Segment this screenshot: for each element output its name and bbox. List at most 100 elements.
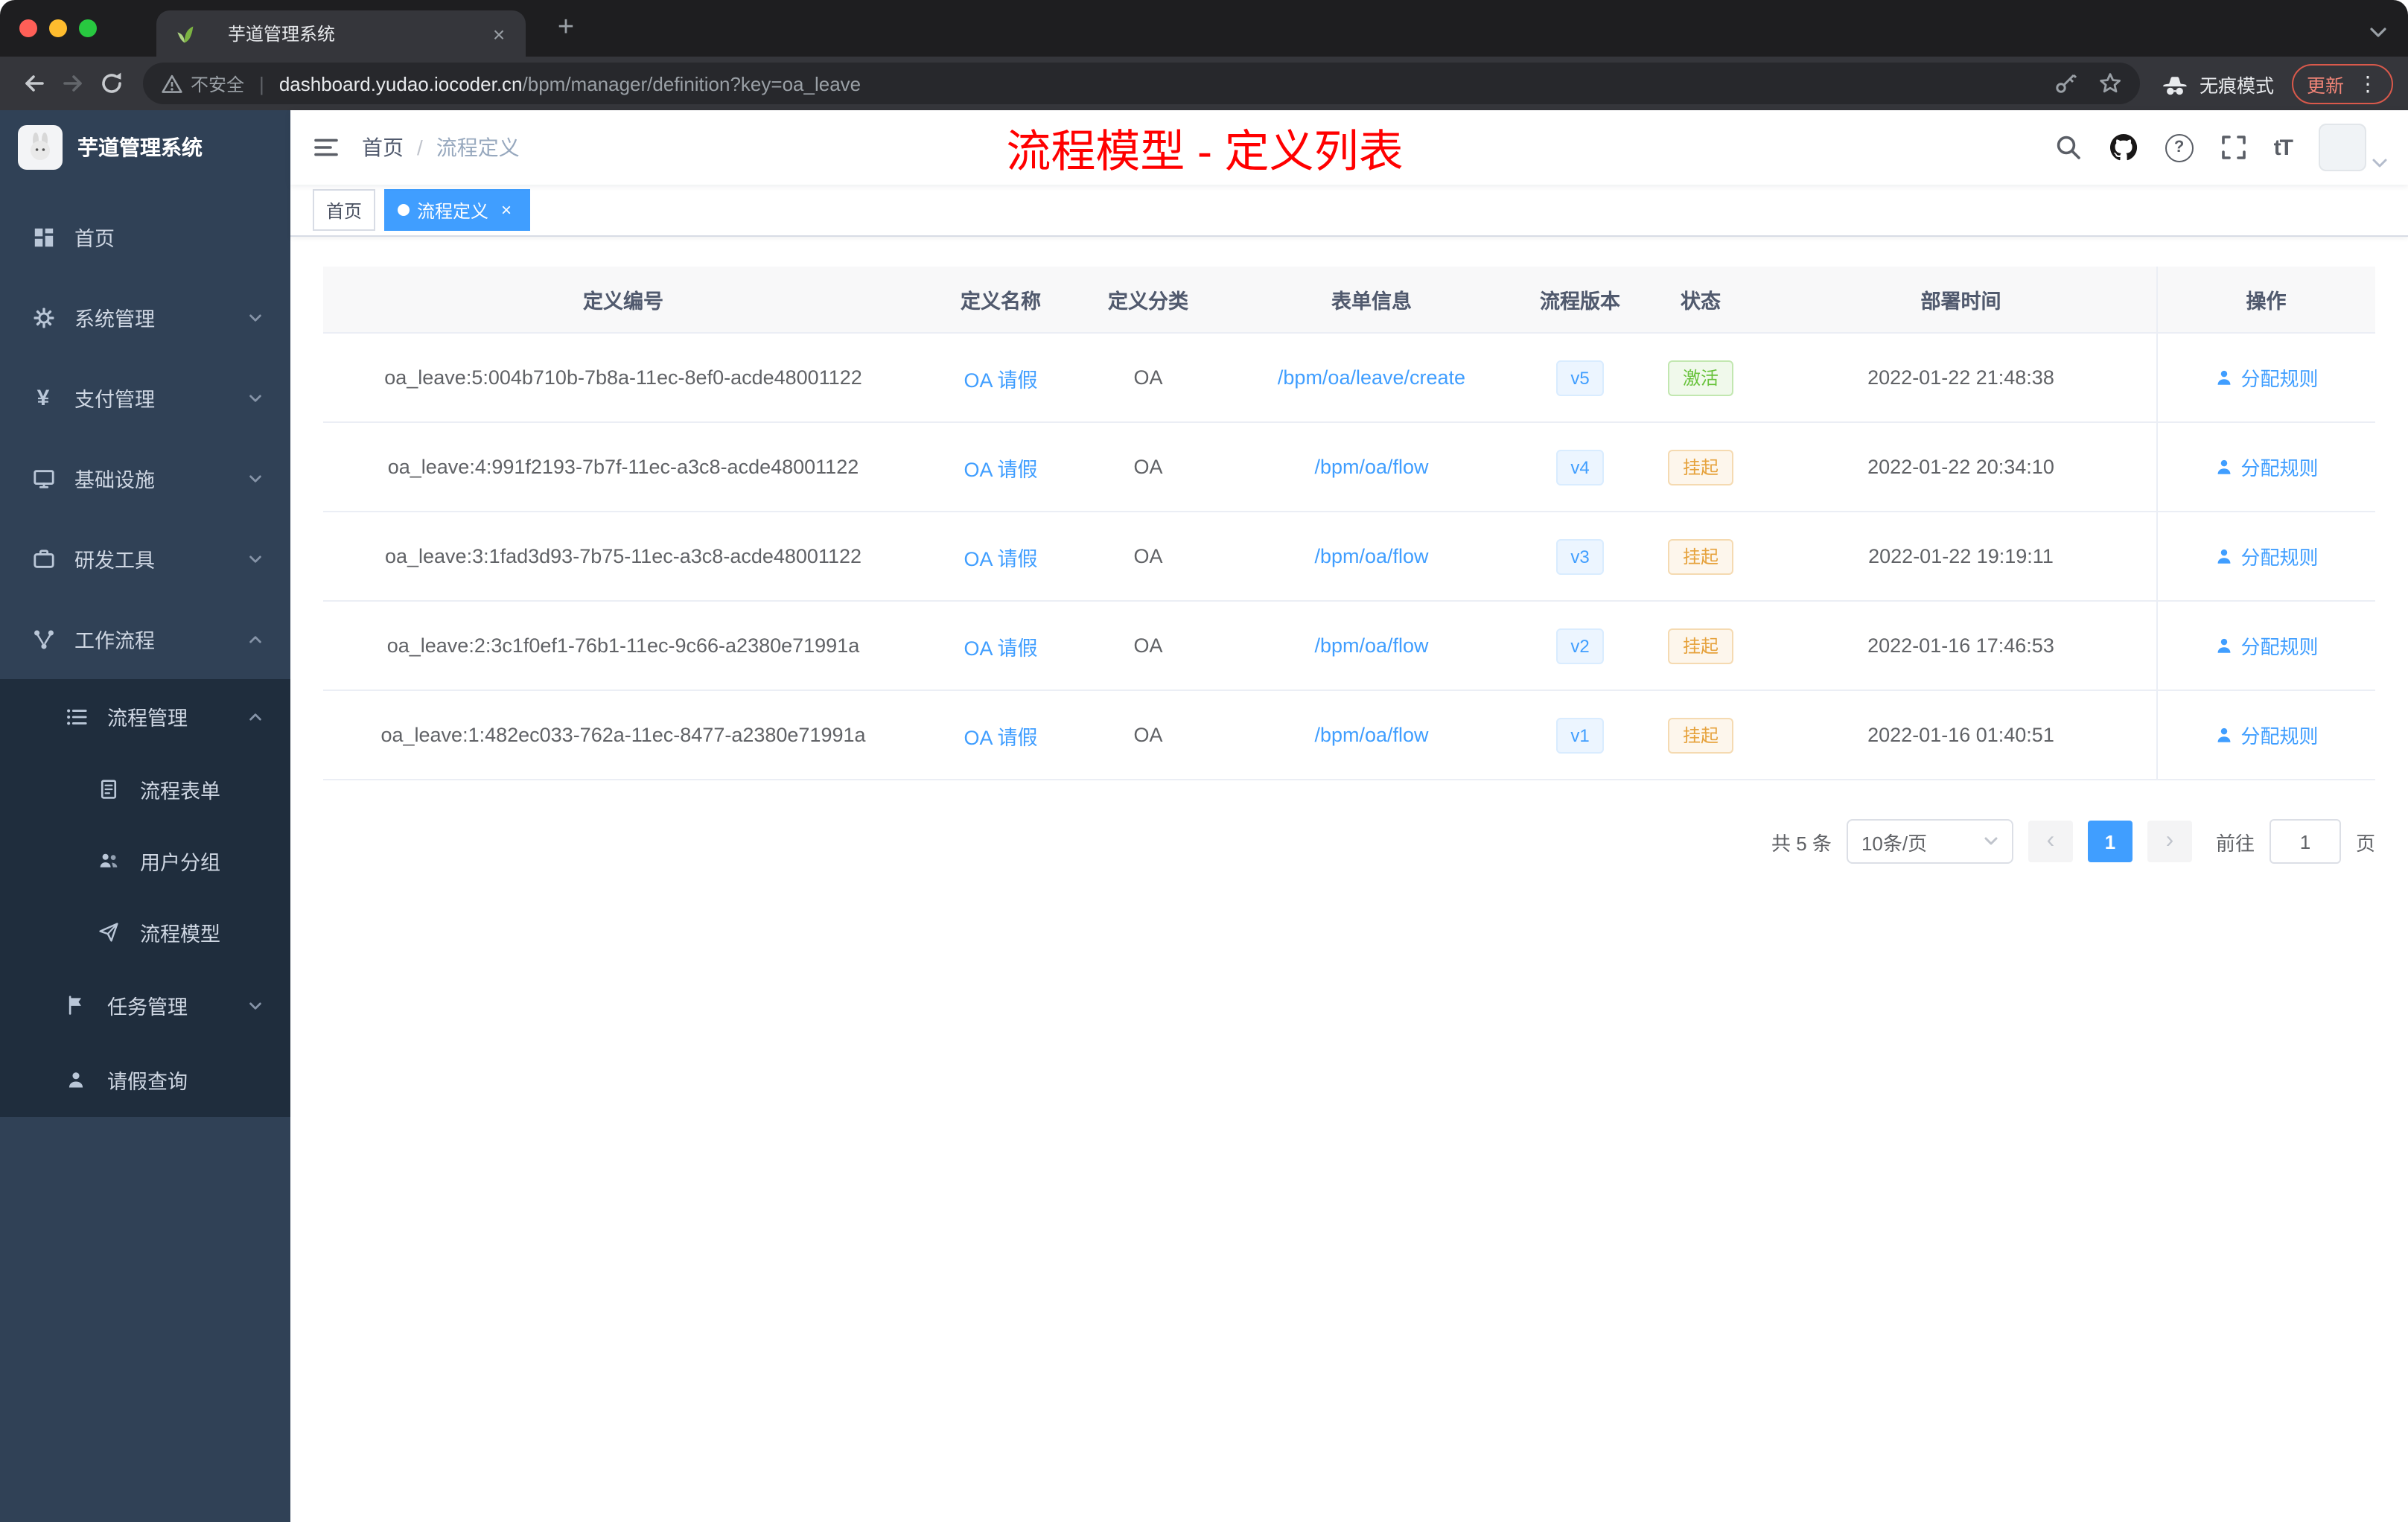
definition-table: 定义编号 定义名称 定义分类 表单信息 流程版本 状态 部署时间 操作 oa_l [323, 267, 2375, 780]
form-link[interactable]: /bpm/oa/flow [1314, 634, 1428, 657]
goto-page-input[interactable] [2269, 819, 2341, 864]
search-icon[interactable] [2055, 134, 2082, 161]
browser-tab[interactable]: 芋道管理系统 × [156, 10, 526, 57]
bookmark-star-icon[interactable] [2098, 71, 2122, 95]
definition-name-link[interactable]: OA 请假 [963, 547, 1037, 570]
breadcrumb: 首页 / 流程定义 [362, 133, 520, 162]
assign-rule-button[interactable]: 分配规则 [2214, 453, 2319, 481]
cell-deploy-time: 2022-01-22 21:48:38 [1766, 333, 2156, 423]
assign-rule-button[interactable]: 分配规则 [2214, 363, 2319, 392]
macos-zoom-button[interactable] [79, 19, 97, 37]
definition-name-link[interactable]: OA 请假 [963, 369, 1037, 391]
chevron-down-icon [247, 309, 264, 325]
fullscreen-icon[interactable] [2220, 134, 2247, 161]
list-bullets-icon [63, 705, 89, 727]
chevron-down-icon [247, 470, 264, 486]
font-size-icon[interactable]: tT [2274, 135, 2293, 160]
prev-page-button[interactable]: ‹ [2028, 821, 2073, 862]
reload-icon[interactable] [92, 64, 131, 103]
sidebar-item-process-model[interactable]: 流程模型 [0, 897, 290, 968]
breadcrumb-home[interactable]: 首页 [362, 133, 404, 162]
cell-deploy-time: 2022-01-16 17:46:53 [1766, 601, 2156, 691]
avatar [2319, 124, 2366, 171]
tag-home[interactable]: 首页 [313, 189, 376, 231]
macos-close-button[interactable] [19, 19, 37, 37]
tab-search-chevron-icon[interactable] [2369, 19, 2387, 46]
github-icon[interactable] [2109, 133, 2138, 162]
sidebar-item-label: 流程模型 [140, 923, 220, 946]
sidebar-item-system[interactable]: 系统管理 [0, 277, 290, 357]
cell-category: OA [1078, 333, 1218, 423]
new-tab-button[interactable]: + [547, 9, 585, 48]
table-header-row: 定义编号 定义名称 定义分类 表单信息 流程版本 状态 部署时间 操作 [323, 267, 2375, 334]
assign-rule-button[interactable]: 分配规则 [2214, 631, 2319, 660]
tab-close-icon[interactable]: × [487, 22, 511, 45]
content-area: 定义编号 定义名称 定义分类 表单信息 流程版本 状态 部署时间 操作 oa_l [290, 237, 2408, 1522]
user-icon [63, 1069, 89, 1090]
sidebar-item-label: 工作流程 [74, 630, 155, 652]
app-navbar: 首页 / 流程定义 流程模型 - 定义列表 ? tT [290, 110, 2408, 185]
sidebar-item-home[interactable]: 首页 [0, 197, 290, 277]
screen: 芋道管理系统 × + 不安全 | dashboard.yudao.iocoder… [0, 0, 2408, 1522]
user-icon [2217, 638, 2230, 653]
sidebar-item-label: 研发工具 [74, 550, 155, 572]
update-button[interactable]: 更新 ⋮ [2291, 63, 2393, 104]
assign-rule-button[interactable]: 分配规则 [2214, 721, 2319, 749]
status-badge: 激活 [1667, 360, 1733, 395]
sidebar-item-infrastructure[interactable]: 基础设施 [0, 438, 290, 518]
sidebar-item-process-form[interactable]: 流程表单 [0, 754, 290, 825]
form-link[interactable]: /bpm/oa/leave/create [1278, 366, 1465, 389]
page-number-button[interactable]: 1 [2087, 821, 2133, 862]
sidebar-item-payment[interactable]: ¥ 支付管理 [0, 357, 290, 438]
next-page-button[interactable]: › [2147, 821, 2192, 862]
definition-name-link[interactable]: OA 请假 [963, 637, 1037, 659]
caret-down-icon [2372, 158, 2387, 171]
tags-view: 首页 流程定义 × [290, 185, 2408, 237]
sidebar-item-label: 请假查询 [107, 1071, 188, 1093]
security-chip[interactable]: 不安全 [161, 71, 244, 96]
help-icon[interactable]: ? [2165, 133, 2194, 162]
address-bar[interactable]: 不安全 | dashboard.yudao.iocoder.cn/bpm/man… [143, 63, 2140, 104]
sidebar-item-label: 用户分组 [140, 852, 220, 874]
forward-icon[interactable] [54, 64, 92, 103]
tag-process-definition[interactable]: 流程定义 × [384, 189, 531, 231]
cell-category: OA [1078, 690, 1218, 780]
sidebar-item-leave-query[interactable]: 请假查询 [0, 1042, 290, 1117]
paper-plane-icon [95, 922, 122, 943]
sidebar-item-user-group[interactable]: 用户分组 [0, 825, 290, 897]
sidebar-item-label: 任务管理 [107, 996, 188, 1019]
definition-name-link[interactable]: OA 请假 [963, 458, 1037, 480]
version-badge: v1 [1555, 717, 1605, 753]
sidebar-item-label: 流程表单 [140, 780, 220, 803]
sidebar-logo[interactable]: 芋道管理系统 [0, 110, 290, 185]
version-badge: v5 [1555, 360, 1605, 395]
definition-name-link[interactable]: OA 请假 [963, 726, 1037, 748]
sidebar-item-process-management[interactable]: 流程管理 [0, 679, 290, 754]
tag-close-icon[interactable]: × [496, 200, 517, 220]
back-icon[interactable] [15, 64, 54, 103]
hamburger-icon[interactable] [290, 134, 362, 161]
macos-minimize-button[interactable] [49, 19, 67, 37]
page-size-value: 10条/页 [1861, 832, 1928, 854]
form-link[interactable]: /bpm/oa/flow [1314, 724, 1428, 746]
cell-category: OA [1078, 601, 1218, 691]
sidebar-item-workflow[interactable]: 工作流程 [0, 599, 290, 679]
tab-title: 芋道管理系统 [228, 24, 336, 45]
user-icon [2217, 549, 2230, 564]
pagination: 共 5 条 10条/页 ‹ 1 › 前往 页 [323, 819, 2375, 864]
user-menu[interactable] [2319, 124, 2387, 171]
sidebar-item-label: 流程管理 [107, 707, 188, 730]
briefcase-icon [30, 547, 57, 570]
cell-id: oa_leave:2:3c1f0ef1-76b1-11ec-9c66-a2380… [323, 601, 923, 691]
form-link[interactable]: /bpm/oa/flow [1314, 456, 1428, 478]
sidebar-item-task-management[interactable]: 任务管理 [0, 968, 290, 1042]
status-badge: 挂起 [1667, 628, 1733, 663]
incognito-badge: 无痕模式 [2161, 69, 2274, 98]
key-icon[interactable] [2054, 71, 2077, 95]
chevron-down-icon [247, 550, 264, 567]
browser-menu-kebab-icon[interactable]: ⋮ [2357, 71, 2378, 96]
page-size-select[interactable]: 10条/页 [1846, 819, 2013, 864]
form-link[interactable]: /bpm/oa/flow [1314, 545, 1428, 567]
sidebar-item-dev-tools[interactable]: 研发工具 [0, 518, 290, 599]
assign-rule-button[interactable]: 分配规则 [2214, 542, 2319, 570]
